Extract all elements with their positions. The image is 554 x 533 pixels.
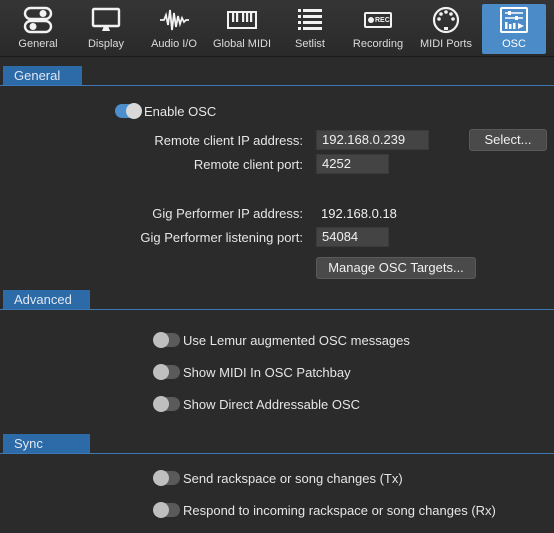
manage-osc-targets-button[interactable]: Manage OSC Targets... — [316, 257, 476, 279]
section-sync: Sync — [0, 434, 554, 454]
tab-label: Display — [87, 38, 125, 50]
toggle-knob — [153, 364, 169, 380]
piano-keyboard-icon — [227, 11, 257, 29]
section-title: Sync — [3, 434, 90, 453]
tab-midi-ports[interactable]: MIDI Ports — [415, 4, 477, 54]
tab-recording[interactable]: REC Recording — [347, 4, 409, 54]
direct-addressable-toggle[interactable] — [153, 396, 180, 412]
gp-port-label: Gig Performer listening port: — [140, 230, 303, 245]
section-divider — [0, 309, 554, 310]
osc-sliders-icon — [500, 7, 528, 33]
section-title: Advanced — [3, 290, 90, 309]
section-divider — [0, 453, 554, 454]
enable-osc-label: Enable OSC — [144, 104, 217, 119]
toggle-knob — [153, 396, 169, 412]
gp-ip-value: 192.168.0.18 — [321, 206, 397, 221]
tab-label: OSC — [502, 38, 526, 50]
tab-global-midi[interactable]: Global MIDI — [210, 4, 274, 54]
tab-label: Audio I/O — [151, 38, 197, 50]
select-button[interactable]: Select... — [469, 129, 547, 151]
section-divider — [0, 85, 554, 86]
midi-in-patchbay-toggle[interactable] — [153, 364, 180, 380]
general-toggle-icon — [23, 6, 53, 34]
toggle-knob — [153, 470, 169, 486]
tab-osc[interactable]: OSC — [482, 4, 546, 54]
tab-audio-io[interactable]: Audio I/O — [144, 4, 204, 54]
section-advanced: Advanced — [0, 290, 554, 310]
preferences-toolbar: General Display Audio I/O Global MIDI Se… — [0, 0, 554, 57]
enable-osc-toggle[interactable] — [115, 103, 142, 119]
remote-port-field[interactable]: 4252 — [316, 154, 389, 174]
remote-ip-field[interactable]: 192.168.0.239 — [316, 130, 429, 150]
gp-ip-label: Gig Performer IP address: — [152, 206, 303, 221]
section-general: General — [0, 66, 554, 86]
rec-badge-text: REC — [375, 16, 390, 24]
tab-display[interactable]: Display — [76, 4, 136, 54]
respond-changes-label: Respond to incoming rackspace or song ch… — [183, 503, 496, 518]
toggle-knob — [153, 502, 169, 518]
tab-label: MIDI Ports — [420, 38, 472, 50]
rec-icon: REC — [364, 12, 392, 28]
tab-label: Setlist — [295, 38, 325, 50]
lemur-toggle[interactable] — [153, 332, 180, 348]
respond-changes-toggle[interactable] — [153, 502, 180, 518]
tab-label: Global MIDI — [212, 38, 272, 50]
midi-port-icon — [432, 6, 460, 34]
tab-general[interactable]: General — [8, 4, 68, 54]
lemur-label: Use Lemur augmented OSC messages — [183, 333, 410, 348]
remote-port-label: Remote client port: — [193, 157, 303, 172]
send-changes-label: Send rackspace or song changes (Tx) — [183, 471, 403, 486]
tab-label: General — [18, 38, 58, 50]
gp-port-field[interactable]: 54084 — [316, 227, 389, 247]
toggle-knob — [126, 103, 142, 119]
section-title: General — [3, 66, 82, 85]
tab-label: Recording — [352, 38, 404, 50]
audio-waveform-icon — [160, 9, 189, 31]
tab-setlist[interactable]: Setlist — [281, 4, 339, 54]
send-changes-toggle[interactable] — [153, 470, 180, 486]
setlist-icon — [298, 9, 322, 30]
direct-addressable-label: Show Direct Addressable OSC — [183, 397, 361, 412]
midi-in-patchbay-label: Show MIDI In OSC Patchbay — [183, 365, 351, 380]
remote-ip-label: Remote client IP address: — [154, 133, 303, 148]
display-monitor-icon — [91, 7, 121, 31]
toggle-knob — [153, 332, 169, 348]
